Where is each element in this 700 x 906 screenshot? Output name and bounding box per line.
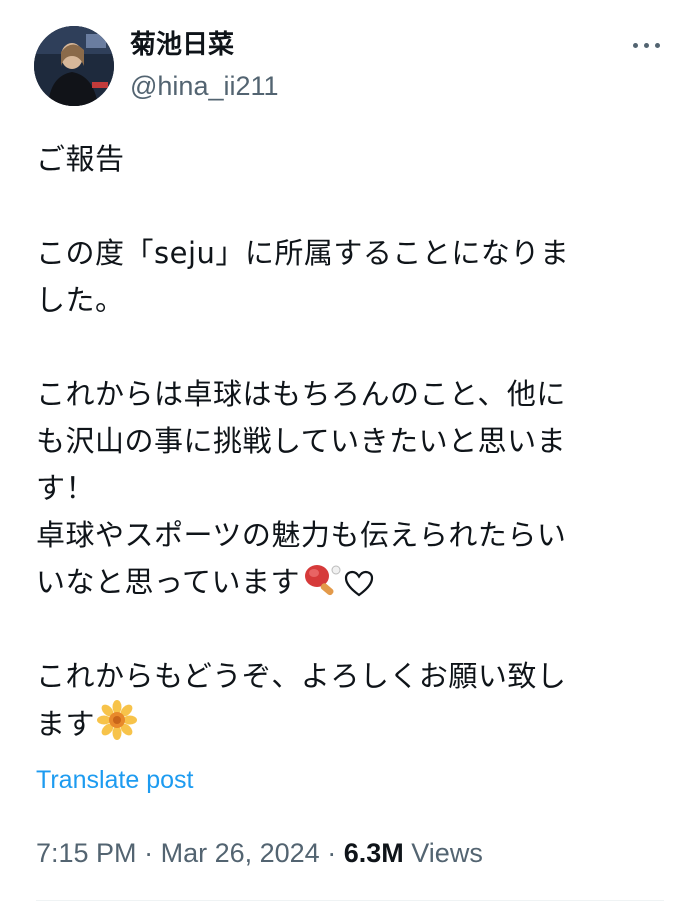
avatar-image	[34, 26, 114, 106]
post-text: ご報告 この度「seju」に所属することになりま した。 これからは卓球はもちろ…	[36, 136, 656, 747]
post-blank-line	[36, 324, 656, 371]
post-blank-line	[36, 183, 656, 230]
post-blank-line	[36, 606, 656, 653]
post-line: これからもどうぞ、よろしくお願い致し	[36, 659, 567, 693]
post-line-with-emoji: いなと思っています	[36, 559, 656, 606]
post-time[interactable]: 7:15 PM	[36, 838, 137, 868]
more-horizontal-icon-dot-2	[643, 42, 649, 48]
author-block: 菊池日菜 @hina_ii211	[130, 28, 279, 104]
translate-post-link[interactable]: Translate post	[36, 764, 193, 796]
post-line-text: いなと思っています	[36, 565, 301, 599]
post-line: す！	[36, 471, 96, 505]
blossom-emoji	[97, 700, 138, 754]
views-label: Views	[411, 838, 483, 868]
post-line: 卓球やスポーツの魅力も伝えられたらい	[36, 518, 567, 552]
post-line-text: ます	[36, 707, 96, 741]
post-line: この度「seju」に所属することになりま	[36, 236, 570, 270]
views-count: 6.3M	[343, 838, 404, 868]
more-horizontal-icon-dot-3	[654, 42, 660, 48]
meta-separator: ·	[327, 838, 337, 868]
post-line: これからは卓球はもちろんのこと、他に	[36, 377, 566, 411]
author-display-name[interactable]: 菊池日菜	[130, 28, 279, 62]
ping-pong-paddle-emoji	[302, 562, 342, 612]
post-date[interactable]: Mar 26, 2024	[161, 838, 320, 868]
post-line: も沢山の事に挑戦していきたいと思いま	[36, 424, 567, 458]
divider	[36, 900, 664, 901]
white-heart-emoji	[344, 565, 374, 612]
author-handle[interactable]: @hina_ii211	[130, 68, 279, 104]
post-line-with-emoji: ます	[36, 700, 656, 747]
meta-separator: ·	[144, 838, 154, 868]
post-line: した。	[36, 283, 125, 317]
post-meta: 7:15 PM · Mar 26, 2024 · 6.3M Views	[36, 836, 483, 870]
avatar[interactable]	[34, 26, 114, 106]
post-header: 菊池日菜 @hina_ii211	[34, 26, 666, 106]
post-card: 菊池日菜 @hina_ii211 ご報告 この度「seju」に所属することになり…	[0, 0, 700, 906]
post-line: ご報告	[36, 142, 125, 176]
more-horizontal-icon	[632, 42, 638, 48]
more-options-button[interactable]	[626, 30, 666, 60]
